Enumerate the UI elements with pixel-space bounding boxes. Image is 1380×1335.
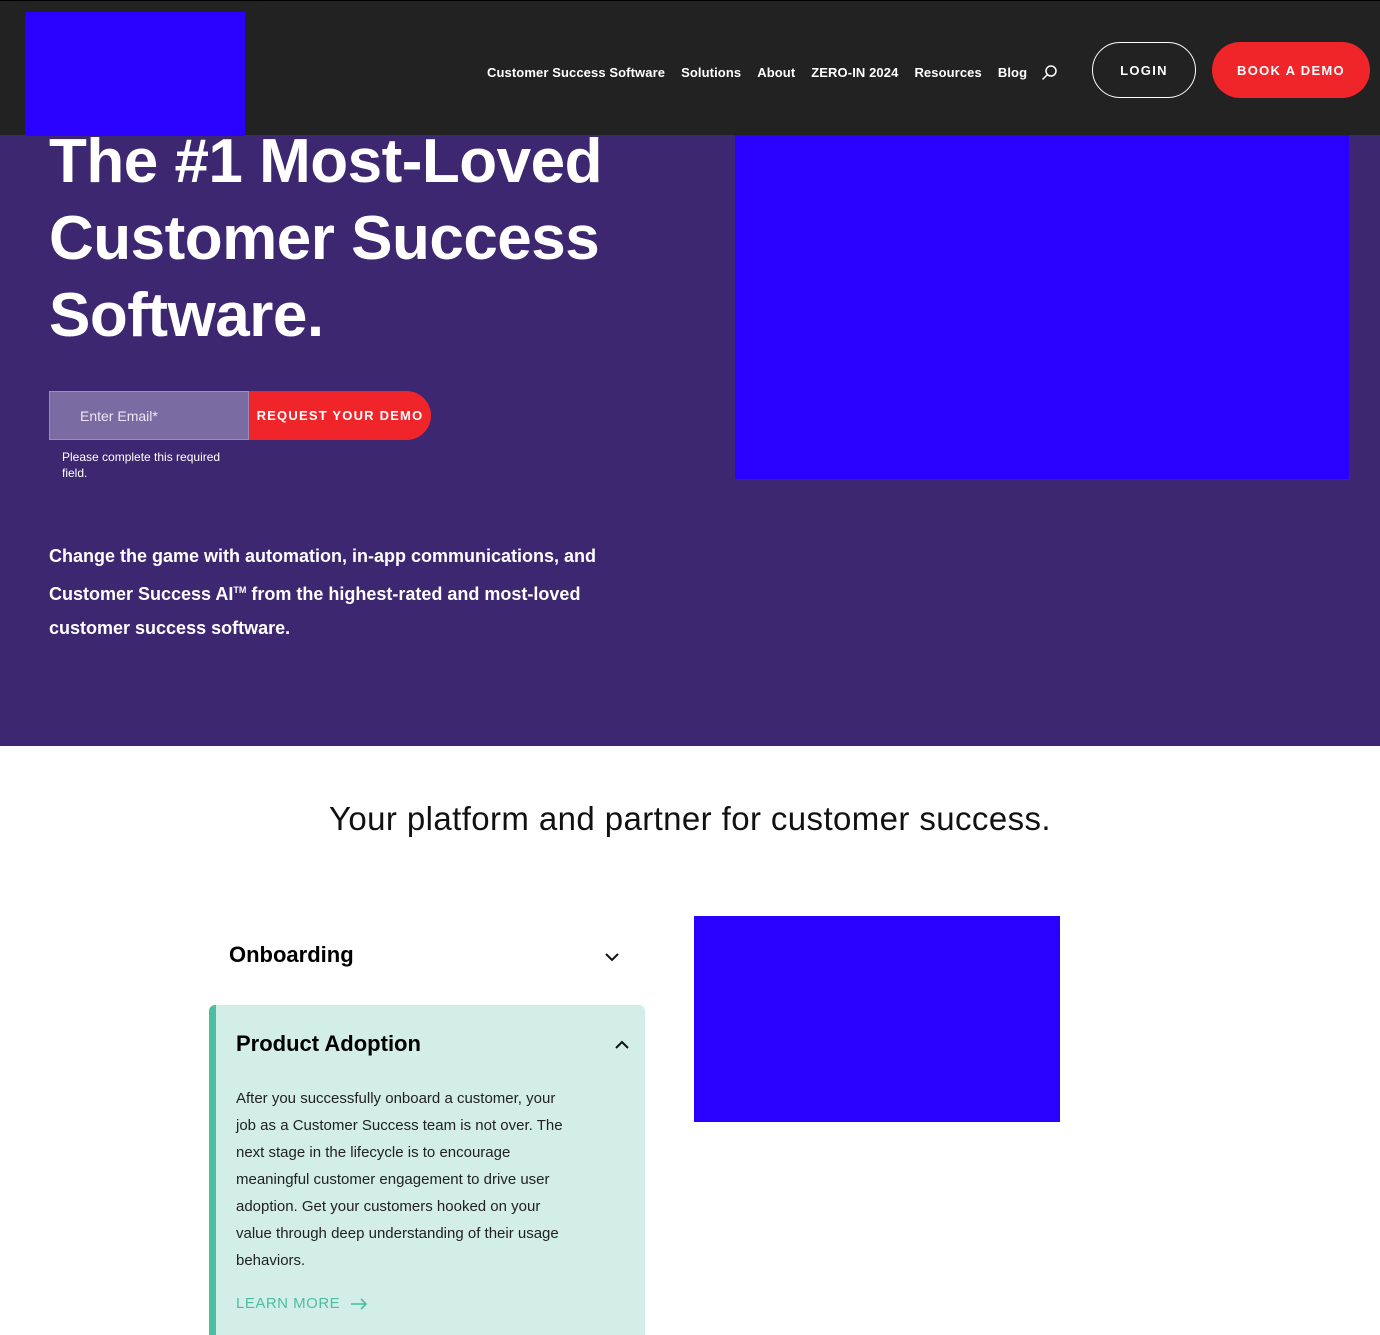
hero-title: The #1 Most-Loved Customer Success Softw… xyxy=(49,127,603,350)
email-field[interactable] xyxy=(49,391,249,440)
book-demo-button[interactable]: BOOK A DEMO xyxy=(1212,42,1370,98)
required-field-message: Please complete this required field. xyxy=(62,450,221,480)
accordion-body: After you successfully onboard a custome… xyxy=(236,1090,563,1269)
accordion-header-product-adoption[interactable]: Product Adoption xyxy=(236,1030,631,1062)
search-icon[interactable] xyxy=(1041,64,1058,81)
request-demo-button[interactable]: REQUEST YOUR DEMO xyxy=(249,391,431,440)
hero-image xyxy=(735,135,1349,479)
nav-item-customer-success-software[interactable]: Customer Success Software xyxy=(487,65,665,80)
logo[interactable] xyxy=(25,12,245,136)
feature-image xyxy=(694,916,1060,1122)
nav-item-resources[interactable]: Resources xyxy=(914,65,981,80)
section-title: Your platform and partner for customer s… xyxy=(329,800,1051,837)
accordion-item-onboarding[interactable]: Onboarding xyxy=(229,940,629,976)
accordion-title: Product Adoption xyxy=(236,1031,421,1056)
trademark-mark: TM xyxy=(233,585,247,595)
main-nav: Customer Success Software Solutions Abou… xyxy=(487,65,1027,80)
accordion-item-product-adoption: Product Adoption After you successfully … xyxy=(209,1005,645,1335)
hero-subtitle: Change the game with automation, in-app … xyxy=(49,539,609,645)
login-button[interactable]: LOGIN xyxy=(1092,42,1196,98)
chevron-up-icon xyxy=(615,1040,629,1049)
accordion-title: Onboarding xyxy=(229,942,354,967)
nav-item-blog[interactable]: Blog xyxy=(998,65,1027,80)
nav-item-about[interactable]: About xyxy=(757,65,795,80)
learn-more-label: LEARN MORE xyxy=(236,1295,341,1312)
learn-more-link[interactable]: LEARN MORE xyxy=(236,1295,368,1312)
nav-item-zero-in-2024[interactable]: ZERO-IN 2024 xyxy=(811,65,898,80)
arrow-right-icon xyxy=(351,1297,368,1310)
nav-item-solutions[interactable]: Solutions xyxy=(681,65,741,80)
site-header: Customer Success Software Solutions Abou… xyxy=(0,0,1380,136)
chevron-down-icon xyxy=(605,953,619,962)
hero-section: The #1 Most-Loved Customer Success Softw… xyxy=(0,127,1380,746)
